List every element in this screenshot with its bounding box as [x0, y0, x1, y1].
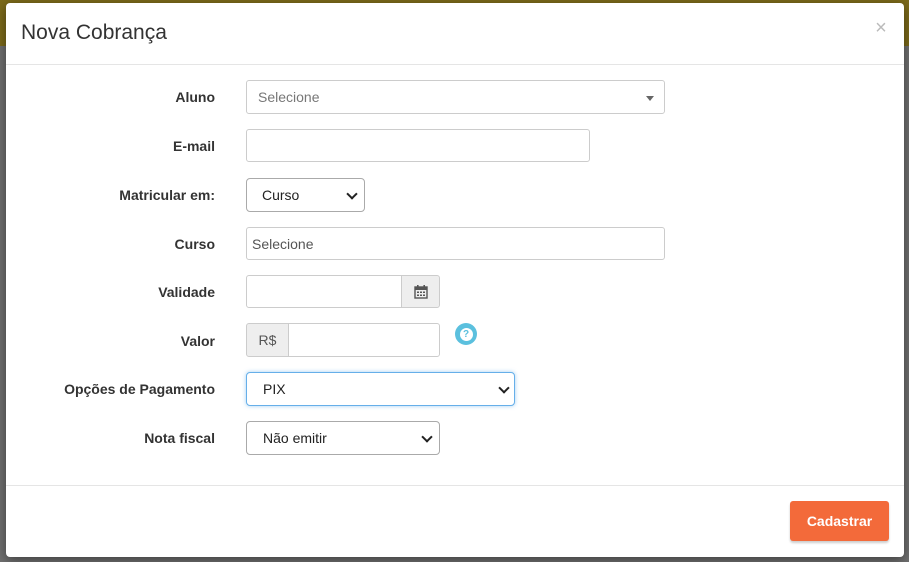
- close-button[interactable]: ×: [872, 17, 890, 39]
- caret-down-icon: [646, 96, 654, 101]
- submit-button[interactable]: Cadastrar: [790, 501, 889, 541]
- new-charge-modal: Nova Cobrança × Aluno Selecione E-mail M…: [6, 3, 904, 557]
- chevron-down-icon: [498, 382, 510, 394]
- aluno-select-value: Selecione: [258, 89, 320, 105]
- nota-select[interactable]: Não emitir: [246, 421, 440, 455]
- matricular-select[interactable]: Curso: [246, 178, 365, 212]
- pagamento-select[interactable]: PIX: [246, 372, 515, 406]
- matricular-select-value: Curso: [262, 187, 300, 203]
- validade-date-input[interactable]: [246, 275, 402, 308]
- help-icon[interactable]: ?: [455, 323, 477, 345]
- modal-title: Nova Cobrança: [21, 21, 167, 44]
- pagamento-label: Opções de Pagamento: [64, 381, 215, 397]
- modal-footer: [6, 485, 904, 558]
- curso-label: Curso: [174, 236, 215, 252]
- calendar-button[interactable]: [401, 275, 440, 308]
- pagamento-select-value: PIX: [263, 381, 286, 397]
- validade-label: Validade: [158, 284, 215, 300]
- aluno-label: Aluno: [175, 89, 215, 105]
- nota-label: Nota fiscal: [144, 430, 215, 446]
- question-mark: ?: [459, 327, 473, 341]
- nota-select-value: Não emitir: [263, 430, 327, 446]
- modal-header: Nova Cobrança ×: [6, 3, 904, 65]
- calendar-icon: [413, 285, 428, 299]
- email-label: E-mail: [172, 138, 215, 154]
- aluno-select[interactable]: Selecione: [246, 80, 665, 114]
- valor-label: Valor: [180, 333, 215, 349]
- chevron-down-icon: [346, 188, 358, 200]
- curso-input-value: Selecione: [252, 236, 314, 252]
- email-input[interactable]: [246, 129, 590, 162]
- chevron-down-icon: [421, 431, 433, 443]
- curso-input[interactable]: Selecione: [246, 227, 665, 260]
- currency-prefix: R$: [246, 323, 289, 357]
- valor-input[interactable]: [288, 323, 440, 357]
- matricular-label: Matricular em:: [119, 187, 215, 203]
